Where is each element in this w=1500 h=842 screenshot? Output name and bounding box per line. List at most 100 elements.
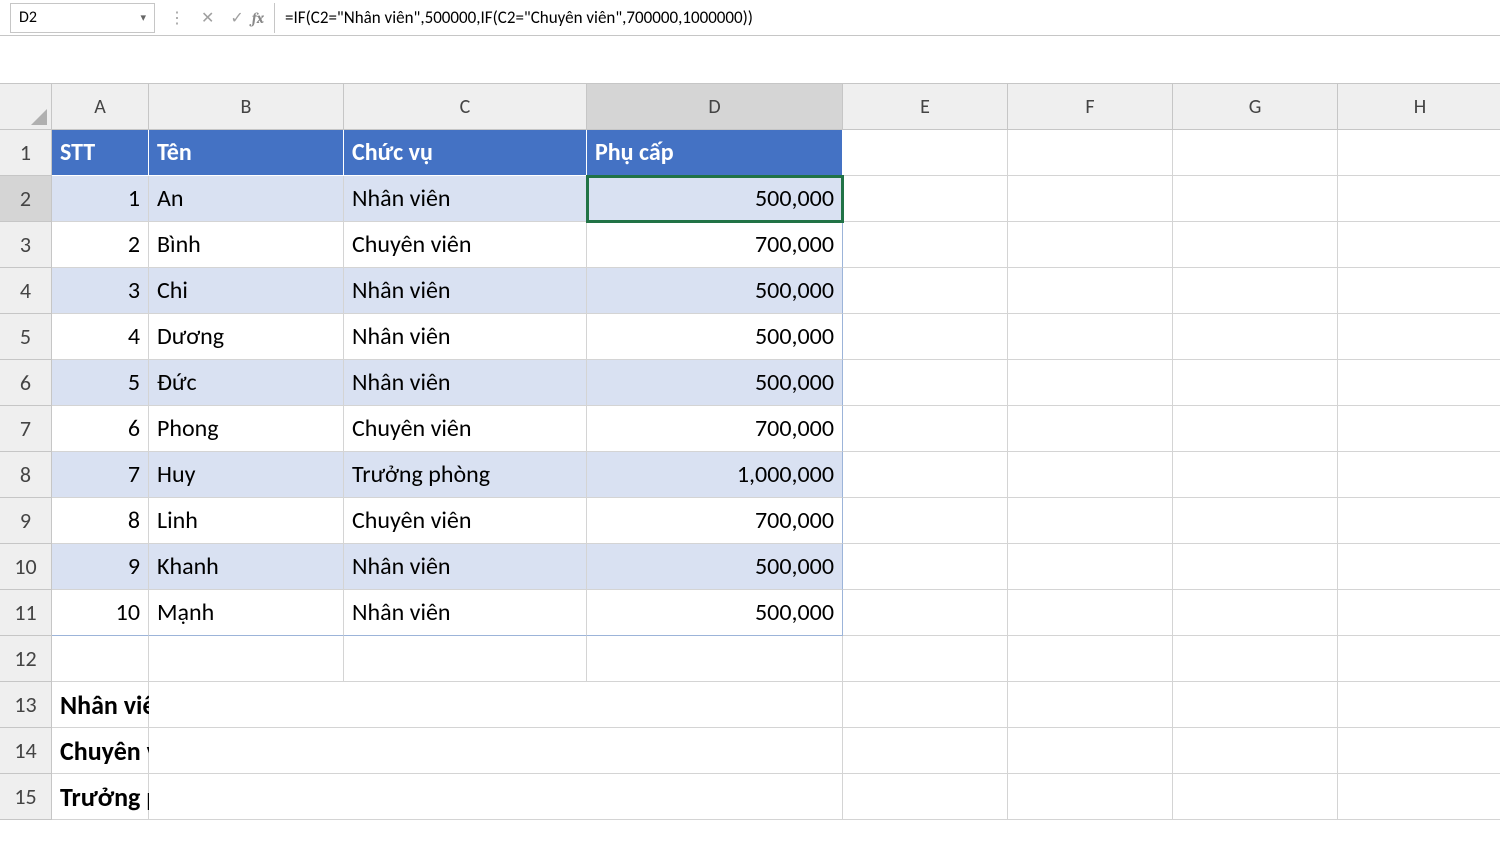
cell-E15[interactable] [843,774,1008,820]
cell-A3[interactable]: 2 [52,222,149,268]
cell-E4[interactable] [843,268,1008,314]
cell-B13[interactable] [149,682,344,728]
cell-D13[interactable] [587,682,843,728]
cell-A7[interactable]: 6 [52,406,149,452]
row-header-6[interactable]: 6 [0,360,52,406]
cell-F7[interactable] [1008,406,1173,452]
cell-H14[interactable] [1338,728,1500,774]
cell-D10[interactable]: 500,000 [587,544,843,590]
cell-F4[interactable] [1008,268,1173,314]
cell-H4[interactable] [1338,268,1500,314]
row-header-1[interactable]: 1 [0,130,52,176]
cell-F10[interactable] [1008,544,1173,590]
cell-C15[interactable] [344,774,587,820]
name-box[interactable]: D2 ▾ [10,3,155,33]
cell-G11[interactable] [1173,590,1338,636]
cell-B11[interactable]: Mạnh [149,590,344,636]
table-header-c[interactable]: Chức vụ [344,130,587,176]
cell-B15[interactable] [149,774,344,820]
cell-A9[interactable]: 8 [52,498,149,544]
cell-E13[interactable] [843,682,1008,728]
cell-G4[interactable] [1173,268,1338,314]
summary-row-1[interactable]: Nhân viên: 500.000 [52,682,149,728]
cell-B3[interactable]: Bình [149,222,344,268]
cell-B6[interactable]: Đức [149,360,344,406]
cell-A8[interactable]: 7 [52,452,149,498]
cell-D7[interactable]: 700,000 [587,406,843,452]
cell-F14[interactable] [1008,728,1173,774]
cell-H8[interactable] [1338,452,1500,498]
row-header-2[interactable]: 2 [0,176,52,222]
cell-H12[interactable] [1338,636,1500,682]
spreadsheet-grid[interactable]: ABCDEFGH1STTTênChức vụPhụ cấp21AnNhân vi… [0,84,1500,820]
cell-B10[interactable]: Khanh [149,544,344,590]
cell-H10[interactable] [1338,544,1500,590]
cell-D5[interactable]: 500,000 [587,314,843,360]
cell-C4[interactable]: Nhân viên [344,268,587,314]
cell-A2[interactable]: 1 [52,176,149,222]
row-header-9[interactable]: 9 [0,498,52,544]
cell-H11[interactable] [1338,590,1500,636]
cell-D2[interactable]: 500,000 [587,176,843,222]
column-header-H[interactable]: H [1338,84,1500,130]
row-header-5[interactable]: 5 [0,314,52,360]
cell-C14[interactable] [344,728,587,774]
confirm-icon[interactable]: ✓ [222,8,251,28]
cell-G15[interactable] [1173,774,1338,820]
column-header-A[interactable]: A [52,84,149,130]
row-header-8[interactable]: 8 [0,452,52,498]
cell-D9[interactable]: 700,000 [587,498,843,544]
cell-F8[interactable] [1008,452,1173,498]
cell-H6[interactable] [1338,360,1500,406]
cell-C2[interactable]: Nhân viên [344,176,587,222]
cell-C11[interactable]: Nhân viên [344,590,587,636]
cell-C3[interactable]: Chuyên viên [344,222,587,268]
cell-F15[interactable] [1008,774,1173,820]
column-header-C[interactable]: C [344,84,587,130]
cell-D6[interactable]: 500,000 [587,360,843,406]
cell-D15[interactable] [587,774,843,820]
cell-D8[interactable]: 1,000,000 [587,452,843,498]
cell-A12[interactable] [52,636,149,682]
table-header-a[interactable]: STT [52,130,149,176]
cell-G12[interactable] [1173,636,1338,682]
cell-C13[interactable] [344,682,587,728]
cell-B14[interactable] [149,728,344,774]
cell-E14[interactable] [843,728,1008,774]
column-header-G[interactable]: G [1173,84,1338,130]
cell-E8[interactable] [843,452,1008,498]
formula-input[interactable] [274,3,1500,33]
cell-C8[interactable]: Trưởng phòng [344,452,587,498]
table-header-b[interactable]: Tên [149,130,344,176]
cell-G5[interactable] [1173,314,1338,360]
row-header-11[interactable]: 11 [0,590,52,636]
cell-G14[interactable] [1173,728,1338,774]
row-header-12[interactable]: 12 [0,636,52,682]
cell-D14[interactable] [587,728,843,774]
cell-C12[interactable] [344,636,587,682]
cancel-icon[interactable]: ✕ [193,8,222,28]
cell-E3[interactable] [843,222,1008,268]
cell-F5[interactable] [1008,314,1173,360]
cell-E2[interactable] [843,176,1008,222]
select-all-corner[interactable] [0,84,52,130]
cell-F13[interactable] [1008,682,1173,728]
cell-H7[interactable] [1338,406,1500,452]
cell-G9[interactable] [1173,498,1338,544]
cell-G6[interactable] [1173,360,1338,406]
cell-G8[interactable] [1173,452,1338,498]
column-header-F[interactable]: F [1008,84,1173,130]
cell-E9[interactable] [843,498,1008,544]
cell-F2[interactable] [1008,176,1173,222]
cell-C9[interactable]: Chuyên viên [344,498,587,544]
cell-E12[interactable] [843,636,1008,682]
cell-D12[interactable] [587,636,843,682]
cell-G13[interactable] [1173,682,1338,728]
cell-E10[interactable] [843,544,1008,590]
summary-row-3[interactable]: Trưởng phòng: 1.000.000 [52,774,149,820]
cell-E11[interactable] [843,590,1008,636]
cell-B7[interactable]: Phong [149,406,344,452]
cell-E1[interactable] [843,130,1008,176]
cell-G3[interactable] [1173,222,1338,268]
cell-H3[interactable] [1338,222,1500,268]
